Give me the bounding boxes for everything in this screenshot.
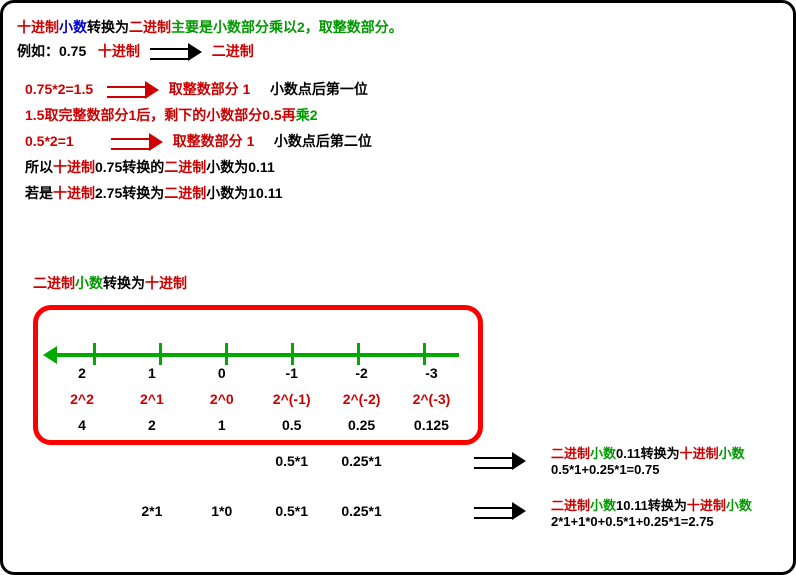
cell: 2 bbox=[119, 417, 185, 433]
cell: 0.5 bbox=[259, 417, 325, 433]
cell: 0 bbox=[189, 365, 255, 381]
row-index: 2 1 0 -1 -2 -3 bbox=[49, 365, 469, 381]
arrow-right-icon bbox=[150, 45, 202, 59]
text: 十进制 bbox=[145, 275, 187, 291]
text: 二进制 bbox=[551, 498, 590, 513]
text: 十进制 bbox=[680, 446, 719, 461]
text: 小数 bbox=[590, 498, 616, 513]
cell: 4 bbox=[49, 417, 115, 433]
arrow-right-icon bbox=[474, 504, 526, 518]
step-5: 若是十进制2.75转换为二进制小数为10.11 bbox=[25, 183, 779, 203]
text: 主要是小数部分乘以2，取整数部分。 bbox=[171, 19, 403, 35]
text: 小数为0.11 bbox=[206, 159, 274, 175]
cell: 2^2 bbox=[49, 391, 115, 407]
cell: -2 bbox=[329, 365, 395, 381]
text: 二进制 bbox=[212, 43, 254, 59]
text: 0.75转换的 bbox=[95, 159, 164, 175]
text: 小数点后第二位 bbox=[274, 133, 372, 149]
cell: 2*1 bbox=[119, 503, 185, 519]
text: 二进制 bbox=[33, 275, 75, 291]
text: 乘2 bbox=[296, 107, 318, 123]
text: 0.11转换为 bbox=[616, 446, 680, 461]
text: 例如：0.75 bbox=[17, 43, 86, 59]
cell: 2^(-1) bbox=[259, 391, 325, 407]
cell: 2^1 bbox=[119, 391, 185, 407]
text: 2*1+1*0+0.5*1+0.25*1=2.75 bbox=[551, 514, 714, 529]
step-1: 0.75*2=1.5 取整数部分 1 小数点后第一位 bbox=[25, 79, 779, 99]
cell: 0.5*1 bbox=[259, 503, 325, 519]
text: 二进制 bbox=[164, 185, 206, 201]
text: 二进制 bbox=[129, 19, 171, 35]
text: 0.5*2=1 bbox=[25, 133, 74, 149]
text: 取整数部分 1 bbox=[169, 81, 251, 97]
tick bbox=[357, 343, 360, 365]
text: 10.11转换为 bbox=[616, 498, 687, 513]
text: 转换为 bbox=[87, 19, 129, 35]
text: 二进制 bbox=[164, 159, 206, 175]
cell: 0.5*1 bbox=[259, 453, 325, 469]
text: 转换为 bbox=[103, 275, 145, 291]
text: 十进制 bbox=[53, 159, 95, 175]
text: 所以 bbox=[25, 159, 53, 175]
text: 小数 bbox=[590, 446, 616, 461]
cell: 0.25 bbox=[329, 417, 395, 433]
text: 2.75转换为 bbox=[95, 185, 164, 201]
row-power: 2^2 2^1 2^0 2^(-1) 2^(-2) 2^(-3) bbox=[49, 391, 469, 407]
row-value: 4 2 1 0.5 0.25 0.125 bbox=[49, 417, 469, 433]
section-2-title: 二进制小数转换为十进制 bbox=[33, 273, 187, 293]
cell: 1*0 bbox=[189, 503, 255, 519]
text: 0.5*1+0.25*1=0.75 bbox=[551, 462, 659, 477]
step-2: 1.5取完整数部分1后，剩下的小数部分0.5再乘2 bbox=[25, 105, 779, 125]
text: 小数 bbox=[75, 275, 103, 291]
tick bbox=[93, 343, 96, 365]
arrow-right-icon bbox=[474, 454, 526, 468]
tick bbox=[291, 343, 294, 365]
tick bbox=[159, 343, 162, 365]
text: 二进制 bbox=[551, 446, 590, 461]
cell: 0.125 bbox=[398, 417, 464, 433]
example-2-text: 二进制小数10.11转换为十进制小数 2*1+1*0+0.5*1+0.25*1=… bbox=[551, 495, 752, 529]
text: 若是 bbox=[25, 185, 53, 201]
text: 十进制 bbox=[17, 19, 59, 35]
cell: 2 bbox=[49, 365, 115, 381]
cell: 0.25*1 bbox=[329, 453, 395, 469]
example-1-text: 二进制小数0.11转换为十进制小数 0.5*1+0.25*1=0.75 bbox=[551, 443, 745, 477]
document-page: 十进制小数转换为二进制主要是小数部分乘以2，取整数部分。 例如：0.75 十进制… bbox=[0, 0, 796, 575]
text: 十进制 bbox=[53, 185, 95, 201]
text: 十进制 bbox=[98, 43, 140, 59]
arrow-right-icon bbox=[111, 135, 163, 149]
cell: 2^(-2) bbox=[329, 391, 395, 407]
text: 小数 bbox=[719, 446, 745, 461]
cell: 1 bbox=[189, 417, 255, 433]
cell: 0.25*1 bbox=[329, 503, 395, 519]
intro-line-2: 例如：0.75 十进制 二进制 bbox=[17, 41, 779, 61]
text: 0.75*2=1.5 bbox=[25, 81, 93, 97]
cell: 2^(-3) bbox=[398, 391, 464, 407]
cell: -1 bbox=[259, 365, 325, 381]
cell: -3 bbox=[398, 365, 464, 381]
tick bbox=[423, 343, 426, 365]
text: 1.5取完整数部分1后，剩下的小数部分0.5再 bbox=[25, 107, 296, 123]
step-4: 所以十进制0.75转换的二进制小数为0.11 bbox=[25, 157, 779, 177]
arrow-right-icon bbox=[107, 83, 159, 97]
text: 小数为10.11 bbox=[206, 185, 282, 201]
text: 取整数部分 1 bbox=[173, 133, 255, 149]
text: 小数 bbox=[59, 19, 87, 35]
text: 十进制 bbox=[687, 498, 726, 513]
line bbox=[49, 353, 459, 357]
step-3: 0.5*2=1 取整数部分 1 小数点后第二位 bbox=[25, 131, 779, 151]
text: 小数点后第一位 bbox=[270, 81, 368, 97]
cell: 1 bbox=[119, 365, 185, 381]
text: 小数 bbox=[726, 498, 752, 513]
cell: 2^0 bbox=[189, 391, 255, 407]
intro-line-1: 十进制小数转换为二进制主要是小数部分乘以2，取整数部分。 bbox=[17, 17, 779, 37]
tick bbox=[225, 343, 228, 365]
